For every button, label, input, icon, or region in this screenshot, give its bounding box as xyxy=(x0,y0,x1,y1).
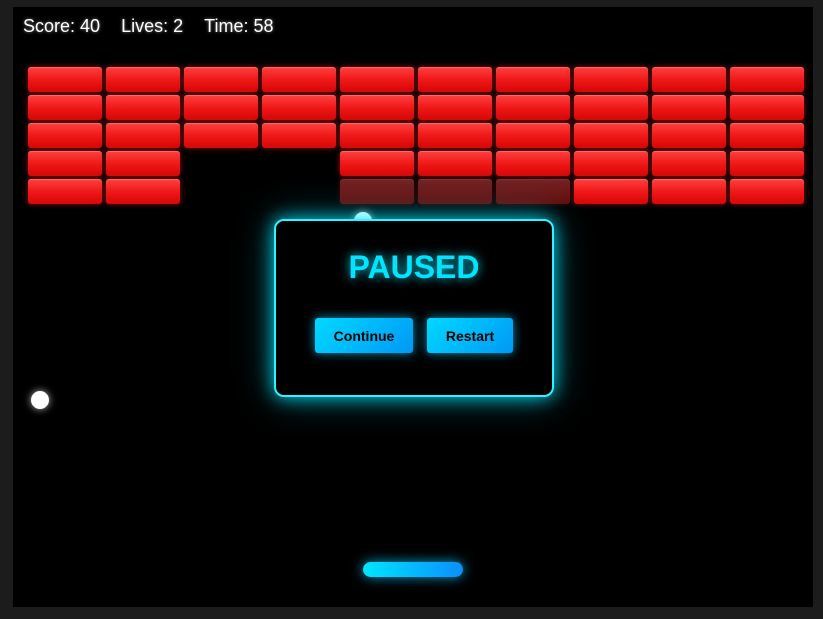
brick xyxy=(496,95,570,120)
brick xyxy=(106,95,180,120)
brick xyxy=(652,179,726,204)
game-canvas[interactable]: Score: 40 Lives: 2 Time: 58 PAUSED Conti… xyxy=(13,7,813,607)
brick xyxy=(496,179,570,204)
brick xyxy=(574,95,648,120)
brick xyxy=(28,67,102,92)
brick xyxy=(106,67,180,92)
brick xyxy=(184,67,258,92)
brick xyxy=(730,95,804,120)
brick xyxy=(28,179,102,204)
brick xyxy=(574,67,648,92)
brick xyxy=(340,95,414,120)
lives-display: Lives: 2 xyxy=(121,16,184,36)
hud: Score: 40 Lives: 2 Time: 58 xyxy=(23,16,289,37)
brick xyxy=(574,179,648,204)
brick-grid xyxy=(28,67,808,207)
brick xyxy=(730,179,804,204)
brick xyxy=(652,67,726,92)
brick xyxy=(730,123,804,148)
brick xyxy=(28,95,102,120)
brick xyxy=(418,95,492,120)
brick xyxy=(652,151,726,176)
paddle[interactable] xyxy=(363,562,463,577)
brick xyxy=(574,151,648,176)
continue-button[interactable]: Continue xyxy=(315,318,413,353)
score-display: Score: 40 xyxy=(23,16,101,36)
brick xyxy=(418,67,492,92)
brick xyxy=(418,123,492,148)
brick xyxy=(106,179,180,204)
time-display: Time: 58 xyxy=(204,16,274,36)
brick xyxy=(28,151,102,176)
game-frame: Score: 40 Lives: 2 Time: 58 PAUSED Conti… xyxy=(0,0,823,619)
brick xyxy=(340,151,414,176)
brick xyxy=(652,95,726,120)
brick xyxy=(418,179,492,204)
brick xyxy=(106,123,180,148)
brick xyxy=(652,123,726,148)
brick xyxy=(496,151,570,176)
brick xyxy=(262,95,336,120)
brick xyxy=(340,179,414,204)
brick xyxy=(340,67,414,92)
pause-title: PAUSED xyxy=(348,249,480,285)
brick xyxy=(184,95,258,120)
ball xyxy=(31,391,49,409)
brick xyxy=(28,123,102,148)
brick xyxy=(574,123,648,148)
brick xyxy=(106,151,180,176)
brick xyxy=(730,67,804,92)
brick xyxy=(418,151,492,176)
brick xyxy=(262,123,336,148)
brick xyxy=(184,123,258,148)
restart-button[interactable]: Restart xyxy=(427,318,513,353)
brick xyxy=(262,67,336,92)
brick xyxy=(340,123,414,148)
brick xyxy=(496,123,570,148)
brick xyxy=(730,151,804,176)
pause-dialog: PAUSED Continue Restart xyxy=(274,219,554,397)
brick xyxy=(496,67,570,92)
